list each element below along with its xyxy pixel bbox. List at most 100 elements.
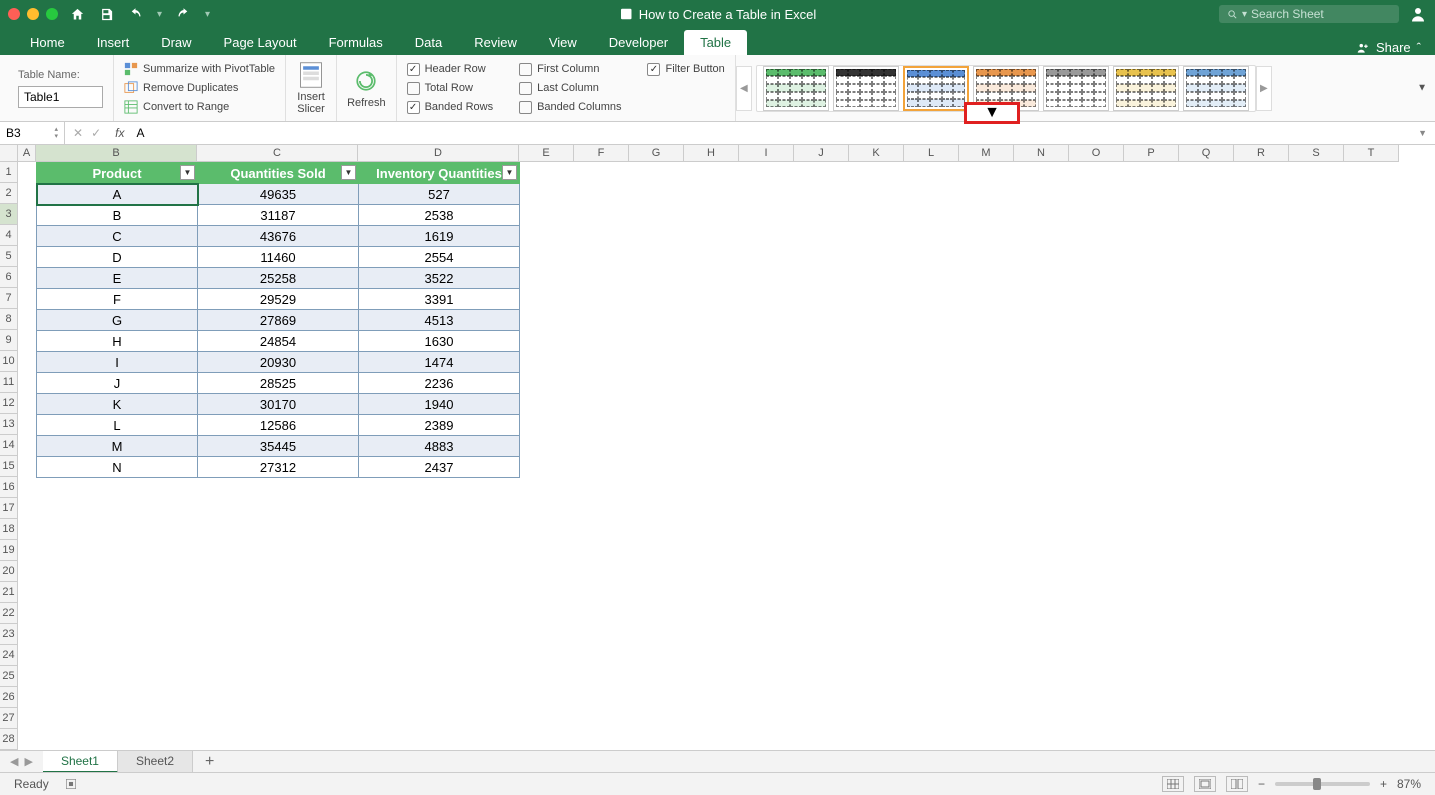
banded-rows-checkbox[interactable]: ✓Banded Rows xyxy=(407,101,494,114)
table-style-5[interactable] xyxy=(1113,66,1179,111)
filter-button-2[interactable]: ▼ xyxy=(502,165,517,180)
cell[interactable]: K xyxy=(37,394,198,415)
cell[interactable]: 43676 xyxy=(198,226,359,247)
row-header-24[interactable]: 24 xyxy=(0,645,18,666)
filter-button-0[interactable]: ▼ xyxy=(180,165,195,180)
col-header-Q[interactable]: Q xyxy=(1179,145,1234,162)
row-header-16[interactable]: 16 xyxy=(0,477,18,498)
row-header-5[interactable]: 5 xyxy=(0,246,18,267)
cell[interactable]: D xyxy=(37,247,198,268)
normal-view-button[interactable] xyxy=(1162,776,1184,792)
col-header-J[interactable]: J xyxy=(794,145,849,162)
col-header-N[interactable]: N xyxy=(1014,145,1069,162)
cell[interactable]: 3522 xyxy=(359,268,520,289)
ribbon-collapse-button[interactable]: ˆ xyxy=(1417,40,1421,55)
select-all-corner[interactable] xyxy=(0,145,18,162)
col-header-P[interactable]: P xyxy=(1124,145,1179,162)
cell[interactable]: 30170 xyxy=(198,394,359,415)
row-header-10[interactable]: 10 xyxy=(0,351,18,372)
cell[interactable]: 1630 xyxy=(359,331,520,352)
cell[interactable]: 49635 xyxy=(198,184,359,205)
cell[interactable]: 2389 xyxy=(359,415,520,436)
tab-insert[interactable]: Insert xyxy=(81,30,146,55)
cell[interactable]: 27312 xyxy=(198,457,359,478)
cell[interactable]: 20930 xyxy=(198,352,359,373)
cell[interactable]: N xyxy=(37,457,198,478)
cell[interactable]: B xyxy=(37,205,198,226)
col-header-B[interactable]: B xyxy=(36,145,197,162)
sheet-tab-sheet2[interactable]: Sheet2 xyxy=(118,751,193,773)
sheet-next-icon[interactable]: ▶ xyxy=(24,755,32,768)
minimize-button[interactable] xyxy=(27,8,39,20)
row-header-12[interactable]: 12 xyxy=(0,393,18,414)
filter-button-1[interactable]: ▼ xyxy=(341,165,356,180)
col-header-M[interactable]: M xyxy=(959,145,1014,162)
refresh-button[interactable]: Refresh xyxy=(347,67,386,109)
first-column-checkbox[interactable]: First Column xyxy=(519,63,621,76)
row-header-18[interactable]: 18 xyxy=(0,519,18,540)
cell[interactable]: 31187 xyxy=(198,205,359,226)
user-icon[interactable] xyxy=(1409,5,1427,23)
filter-button-checkbox[interactable]: ✓Filter Button xyxy=(647,63,724,76)
header-row-checkbox[interactable]: ✓Header Row xyxy=(407,63,494,76)
tab-draw[interactable]: Draw xyxy=(145,30,207,55)
tab-formulas[interactable]: Formulas xyxy=(313,30,399,55)
maximize-button[interactable] xyxy=(46,8,58,20)
cell[interactable]: 1619 xyxy=(359,226,520,247)
row-header-13[interactable]: 13 xyxy=(0,414,18,435)
cell[interactable]: M xyxy=(37,436,198,457)
col-header-S[interactable]: S xyxy=(1289,145,1344,162)
add-sheet-button[interactable]: + xyxy=(193,753,226,771)
tab-view[interactable]: View xyxy=(533,30,593,55)
formula-expand-icon[interactable]: ▼ xyxy=(1410,128,1435,138)
table-name-input[interactable] xyxy=(18,86,103,108)
row-header-2[interactable]: 2 xyxy=(0,183,18,204)
remove-duplicates-button[interactable]: Remove Duplicates xyxy=(124,81,275,95)
total-row-checkbox[interactable]: Total Row xyxy=(407,82,494,95)
tab-table[interactable]: Table xyxy=(684,30,747,55)
cell[interactable]: L xyxy=(37,415,198,436)
row-header-21[interactable]: 21 xyxy=(0,582,18,603)
col-header-I[interactable]: I xyxy=(739,145,794,162)
row-header-3[interactable]: 3 xyxy=(0,204,18,225)
table-header-2[interactable]: Inventory Quantities▼ xyxy=(359,163,520,184)
row-header-26[interactable]: 26 xyxy=(0,687,18,708)
cell[interactable]: E xyxy=(37,268,198,289)
cell[interactable]: F xyxy=(37,289,198,310)
row-header-23[interactable]: 23 xyxy=(0,624,18,645)
cell[interactable]: C xyxy=(37,226,198,247)
row-header-17[interactable]: 17 xyxy=(0,498,18,519)
row-header-27[interactable]: 27 xyxy=(0,708,18,729)
row-header-11[interactable]: 11 xyxy=(0,372,18,393)
page-break-view-button[interactable] xyxy=(1226,776,1248,792)
qat-customize-icon[interactable]: ▾ xyxy=(205,9,210,20)
cell[interactable]: 28525 xyxy=(198,373,359,394)
page-layout-view-button[interactable] xyxy=(1194,776,1216,792)
cancel-formula-icon[interactable]: ✕ xyxy=(73,126,83,140)
row-header-9[interactable]: 9 xyxy=(0,330,18,351)
name-box[interactable]: B3 ▴▾ xyxy=(0,122,65,144)
cell[interactable]: 2554 xyxy=(359,247,520,268)
table-style-1[interactable] xyxy=(833,66,899,111)
col-header-C[interactable]: C xyxy=(197,145,358,162)
col-header-E[interactable]: E xyxy=(519,145,574,162)
row-header-6[interactable]: 6 xyxy=(0,267,18,288)
table-style-2[interactable] xyxy=(903,66,969,111)
cell[interactable]: 2437 xyxy=(359,457,520,478)
zoom-out-button[interactable]: − xyxy=(1258,777,1265,791)
undo-icon[interactable] xyxy=(128,7,143,22)
cell[interactable]: 2538 xyxy=(359,205,520,226)
row-header-7[interactable]: 7 xyxy=(0,288,18,309)
row-header-15[interactable]: 15 xyxy=(0,456,18,477)
fx-icon[interactable]: fx xyxy=(109,126,130,140)
formula-bar-expand[interactable]: ▼ xyxy=(1417,83,1427,94)
cell[interactable]: H xyxy=(37,331,198,352)
cell[interactable]: 11460 xyxy=(198,247,359,268)
cell[interactable]: 27869 xyxy=(198,310,359,331)
row-header-14[interactable]: 14 xyxy=(0,435,18,456)
sheet-prev-icon[interactable]: ◀ xyxy=(10,755,18,768)
convert-range-button[interactable]: Convert to Range xyxy=(124,100,275,114)
table-style-6[interactable] xyxy=(1183,66,1249,111)
cell[interactable]: G xyxy=(37,310,198,331)
zoom-slider[interactable] xyxy=(1275,782,1370,786)
